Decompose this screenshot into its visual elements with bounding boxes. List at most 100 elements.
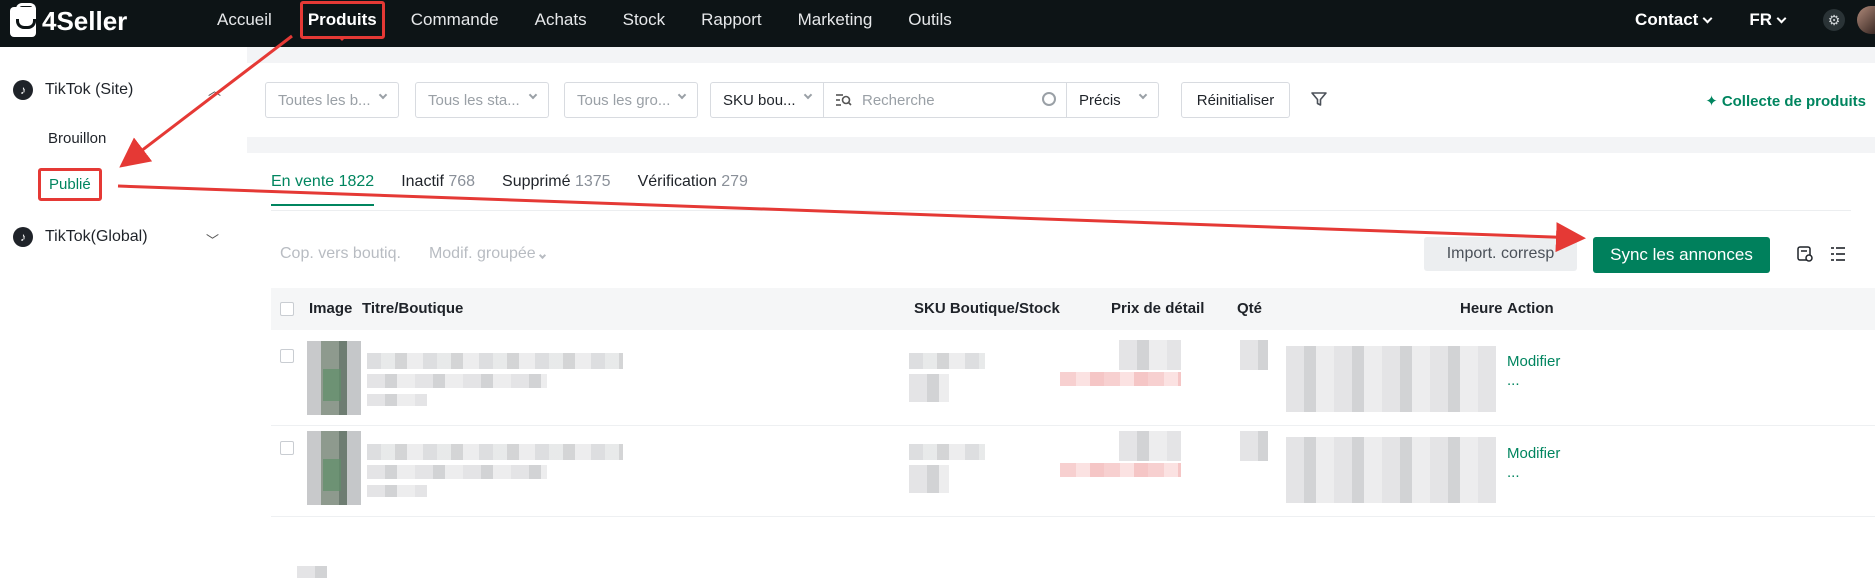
tabs-divider (271, 210, 1851, 211)
sidebar-group-label: TikTok (Site) (45, 81, 134, 98)
qty-blurred (1240, 431, 1268, 461)
edit-link[interactable]: Modifier (1507, 352, 1560, 371)
nav-achats[interactable]: Achats (535, 10, 587, 30)
product-image (307, 341, 361, 415)
list-search-icon (836, 94, 852, 106)
main-nav: Accueil Produits Commande Achats Stock R… (217, 0, 988, 41)
nav-stock[interactable]: Stock (623, 10, 666, 30)
next-row-image-blurred (297, 566, 327, 578)
col-action: Action (1507, 300, 1554, 317)
settings-gear-icon[interactable]: ⚙ (1823, 9, 1845, 31)
tab-count: 1822 (338, 173, 375, 190)
row-actions: Modifier ... (1507, 444, 1560, 482)
status-tabs: En vente 1822 Inactif 768 Supprimé 1375 … (271, 173, 775, 206)
more-actions[interactable]: ... (1507, 463, 1560, 482)
price-highlight-blurred (1060, 463, 1181, 477)
chevron-up-icon[interactable]: ﹀ (208, 81, 221, 100)
status-select[interactable]: Tous les sta... (415, 82, 549, 118)
col-qty: Qté (1237, 300, 1263, 317)
nav-rapport[interactable]: Rapport (701, 10, 761, 30)
product-list-panel: En vente 1822 Inactif 768 Supprimé 1375 … (247, 153, 1875, 578)
edit-link[interactable]: Modifier (1507, 444, 1560, 463)
top-navbar: 4Seller Accueil Produits Commande Achats… (0, 0, 1875, 47)
tiktok-icon: ♪ (13, 227, 33, 247)
contact-menu[interactable]: Contact (1635, 10, 1713, 30)
row-checkbox[interactable] (280, 441, 294, 455)
contact-label: Contact (1635, 10, 1699, 29)
table-header: Image Titre/Boutique SKU Boutique/Stock … (271, 288, 1875, 330)
search-field-select[interactable]: SKU bou... (711, 83, 824, 117)
product-store-blurred (367, 465, 547, 479)
store-select[interactable]: Toutes les b... (265, 82, 399, 118)
chevron-down-icon (1702, 13, 1713, 23)
language-label: FR (1749, 10, 1772, 29)
product-store-blurred (367, 374, 547, 388)
col-image: Image (309, 300, 353, 317)
tiktok-icon: ♪ (13, 80, 33, 100)
tab-label: En vente (271, 173, 335, 190)
column-settings-icon[interactable] (1829, 245, 1847, 263)
group-select-placeholder: Tous les gro... (577, 91, 671, 109)
chevron-down-icon (378, 90, 388, 100)
sku-blurred (909, 444, 985, 460)
collect-label: Collecte de produits (1721, 92, 1866, 110)
select-all-checkbox[interactable] (280, 302, 294, 316)
filter-icon[interactable] (1310, 90, 1328, 108)
nav-outils[interactable]: Outils (908, 10, 951, 30)
language-menu[interactable]: FR (1749, 10, 1787, 30)
tab-en-vente[interactable]: En vente 1822 (271, 173, 375, 206)
tab-label: Vérification (637, 173, 717, 190)
sidebar-group-tiktok-global[interactable]: ♪ TikTok(Global) (13, 227, 148, 247)
import-mapping-button[interactable]: Import. corresp (1424, 237, 1577, 271)
nav-marketing[interactable]: Marketing (798, 10, 873, 30)
tab-verification[interactable]: Vérification 279 (638, 173, 748, 206)
tab-inactif[interactable]: Inactif 768 (401, 173, 475, 206)
nav-produits[interactable]: Produits (299, 1, 385, 41)
product-meta-blurred (367, 485, 427, 497)
sidebar-group-tiktok-site[interactable]: ♪ TikTok (Site) (13, 80, 133, 100)
collect-products-link[interactable]: ✦ Collecte de produits (1705, 92, 1866, 111)
user-avatar[interactable] (1857, 6, 1875, 34)
reset-button[interactable]: Réinitialiser (1181, 82, 1290, 118)
sync-listings-button[interactable]: Sync les annonces (1593, 237, 1770, 273)
table-row: Modifier ... (271, 427, 1875, 517)
chevron-down-icon[interactable]: ﹀ (206, 230, 219, 249)
time-blurred (1286, 346, 1496, 412)
chevron-down-icon (803, 90, 813, 100)
chevron-down-icon (1776, 13, 1787, 23)
row-checkbox[interactable] (280, 349, 294, 363)
bag-icon (10, 2, 36, 37)
tab-label: Inactif (401, 173, 444, 190)
stock-blurred (909, 465, 949, 493)
tab-count: 768 (448, 173, 476, 190)
bulk-edit-label: Modif. groupée (428, 245, 536, 262)
table-row: Modifier ... (271, 336, 1875, 426)
sidebar-item-publie[interactable]: Publié (38, 168, 102, 201)
nav-accueil[interactable]: Accueil (217, 10, 272, 30)
search-input[interactable]: Recherche (824, 83, 1067, 117)
tab-count: 1375 (574, 173, 611, 190)
tab-count: 279 (721, 173, 748, 190)
search-icon[interactable] (1042, 92, 1056, 106)
brand-logo[interactable]: 4Seller (10, 2, 128, 37)
tab-supprime[interactable]: Supprimé 1375 (502, 173, 611, 206)
status-select-placeholder: Tous les sta... (428, 91, 520, 109)
filter-bar: Toutes les b... Tous les sta... Tous les… (247, 63, 1875, 137)
match-mode-select[interactable]: Précis (1067, 83, 1158, 117)
price-blurred (1119, 431, 1181, 461)
bulk-edit-dropdown[interactable]: Modif. groupée (428, 245, 547, 263)
product-meta-blurred (367, 394, 427, 406)
export-settings-icon[interactable] (1796, 245, 1814, 263)
group-select[interactable]: Tous les gro... (564, 82, 698, 118)
sidebar-item-brouillon[interactable]: Brouillon (48, 130, 106, 147)
search-field-label: SKU bou... (723, 91, 796, 109)
match-mode-label: Précis (1079, 91, 1121, 109)
price-highlight-blurred (1060, 372, 1181, 386)
col-sku: SKU Boutique/Stock (914, 300, 1060, 317)
nav-commande[interactable]: Commande (411, 10, 499, 30)
brand-name: 4Seller (42, 6, 128, 36)
copy-to-store-button[interactable]: Cop. vers boutiq. (280, 245, 401, 263)
more-actions[interactable]: ... (1507, 371, 1560, 390)
bulk-actions: Cop. vers boutiq. Modif. groupée (280, 245, 547, 263)
stock-blurred (909, 374, 949, 402)
